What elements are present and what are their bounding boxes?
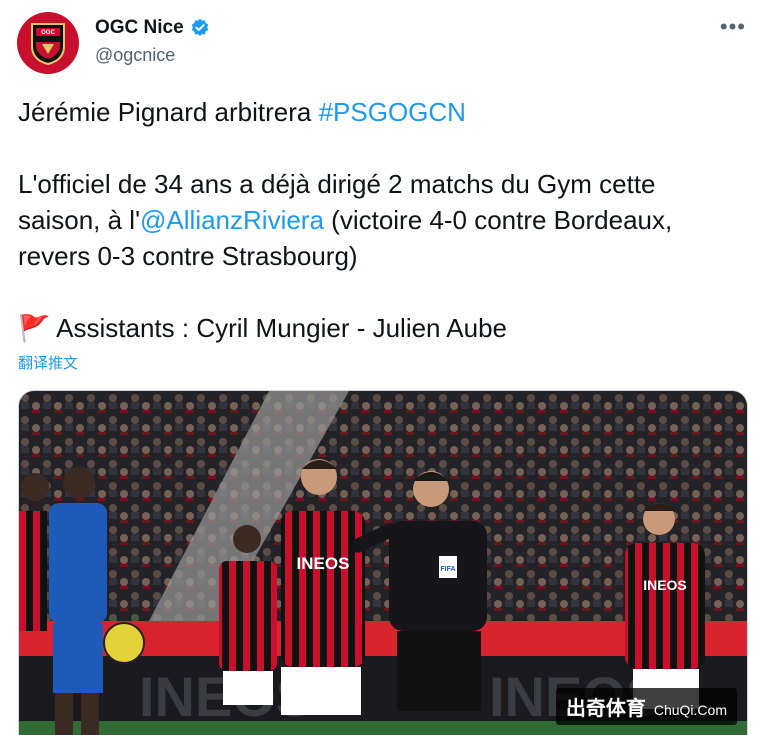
more-horizontal-icon[interactable]: ••• bbox=[720, 14, 746, 40]
tweet-text: Jérémie Pignard arbitrera #PSGOGCN L'off… bbox=[18, 94, 738, 346]
watermark: 出奇体育 ChuQi.Com bbox=[555, 688, 737, 725]
fifa-badge-text: FIFA bbox=[440, 566, 455, 573]
tweet-line-1: Jérémie Pignard arbitrera #PSGOGCN bbox=[18, 94, 738, 130]
avatar[interactable]: OGC bbox=[17, 12, 79, 74]
tweet-paragraph-2: L'officiel de 34 ans a déjà dirigé 2 mat… bbox=[18, 166, 738, 274]
tweet-assistants-line: 🚩 Assistants : Cyril Mungier - Julien Au… bbox=[18, 310, 738, 346]
mention-link[interactable]: @AllianzRiviera bbox=[140, 205, 324, 235]
verified-badge-icon bbox=[191, 18, 208, 36]
shirt-sponsor-text: INEOS bbox=[297, 554, 350, 573]
ball-icon bbox=[103, 622, 145, 664]
assistants-text: Assistants : Cyril Mungier - Julien Aube bbox=[56, 313, 508, 343]
watermark-cn: 出奇体育 bbox=[565, 698, 646, 720]
display-name[interactable]: OGC Nice bbox=[95, 17, 184, 39]
tweet-photo[interactable]: INEOS INEOS INEOS bbox=[18, 390, 748, 735]
shirt-sponsor-text-right: INEOS bbox=[643, 577, 687, 593]
tweet-line-1-text: Jérémie Pignard arbitrera bbox=[18, 97, 319, 127]
translate-tweet-link[interactable]: 翻译推文 bbox=[18, 352, 78, 373]
hashtag-link[interactable]: #PSGOGCN bbox=[319, 97, 466, 127]
match-photo-illustration: INEOS INEOS INEOS bbox=[19, 391, 747, 735]
red-flag-icon: 🚩 bbox=[18, 313, 51, 343]
handle[interactable]: @ogcnice bbox=[95, 45, 175, 66]
watermark-en: ChuQi.Com bbox=[653, 702, 727, 718]
author-name-row: OGC Nice bbox=[95, 17, 210, 39]
ogc-nice-crest-icon: OGC bbox=[31, 23, 65, 66]
svg-text:OGC: OGC bbox=[41, 30, 55, 36]
